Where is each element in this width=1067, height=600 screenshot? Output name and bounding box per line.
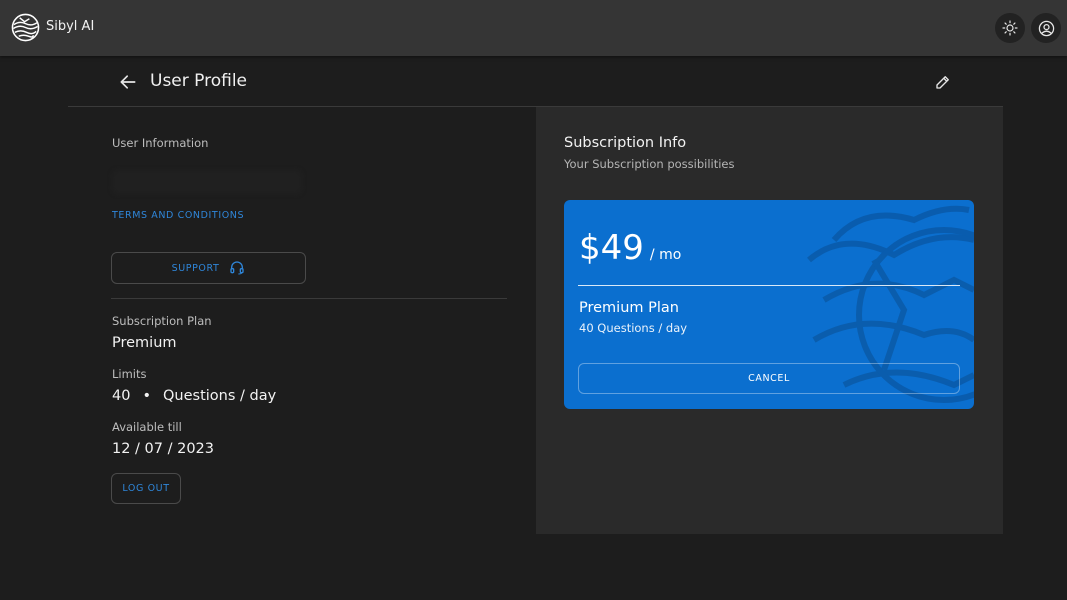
price-row: $49 / mo (579, 228, 681, 268)
plan-period: / mo (649, 247, 682, 263)
subscription-info-title: Subscription Info (564, 135, 687, 151)
available-till-label: Available till (112, 420, 182, 434)
card-plan-name: Premium Plan (579, 300, 679, 316)
available-till-value: 12 / 07 / 2023 (112, 441, 215, 457)
card-plan-limit: 40 Questions / day (579, 321, 688, 335)
support-button-label: SUPPORT (171, 262, 220, 274)
sibyl-logo-icon[interactable] (11, 13, 40, 42)
app-name: Sibyl AI (46, 19, 95, 34)
top-app-bar: Sibyl AI (0, 0, 1067, 56)
page-title: User Profile (150, 71, 248, 91)
support-button[interactable]: SUPPORT (111, 252, 306, 284)
arrow-left-icon[interactable] (118, 72, 138, 92)
section-divider (111, 298, 507, 299)
sun-icon (1002, 20, 1018, 36)
plan-price: $49 (579, 228, 644, 268)
limits-count: 40 (112, 388, 131, 404)
user-information-label: User Information (112, 136, 209, 150)
limits-value: 40 • Questions / day (112, 388, 276, 404)
subscription-info-subtitle: Your Subscription possibilities (564, 157, 735, 171)
headset-icon (230, 261, 245, 275)
subscription-plan-label: Subscription Plan (112, 314, 212, 328)
redacted-user-info (112, 170, 302, 194)
card-divider (578, 285, 960, 286)
limits-bullet: • (142, 388, 152, 404)
cancel-subscription-button[interactable]: CANCEL (578, 363, 960, 394)
pencil-icon[interactable] (934, 73, 952, 91)
limits-unit: Questions / day (163, 388, 277, 404)
account-button[interactable] (1031, 13, 1061, 43)
page-header: User Profile (68, 57, 1003, 107)
subscription-plan-value: Premium (112, 335, 177, 351)
account-circle-icon (1038, 20, 1054, 36)
subscription-panel: Subscription Info Your Subscription poss… (536, 107, 1003, 534)
terms-and-conditions-link[interactable]: TERMS AND CONDITIONS (112, 210, 244, 221)
logout-button[interactable]: LOG OUT (111, 473, 181, 504)
theme-toggle-button[interactable] (995, 13, 1025, 43)
limits-label: Limits (112, 367, 147, 381)
premium-plan-card: $49 / mo Premium Plan 40 Questions / day… (564, 200, 974, 409)
